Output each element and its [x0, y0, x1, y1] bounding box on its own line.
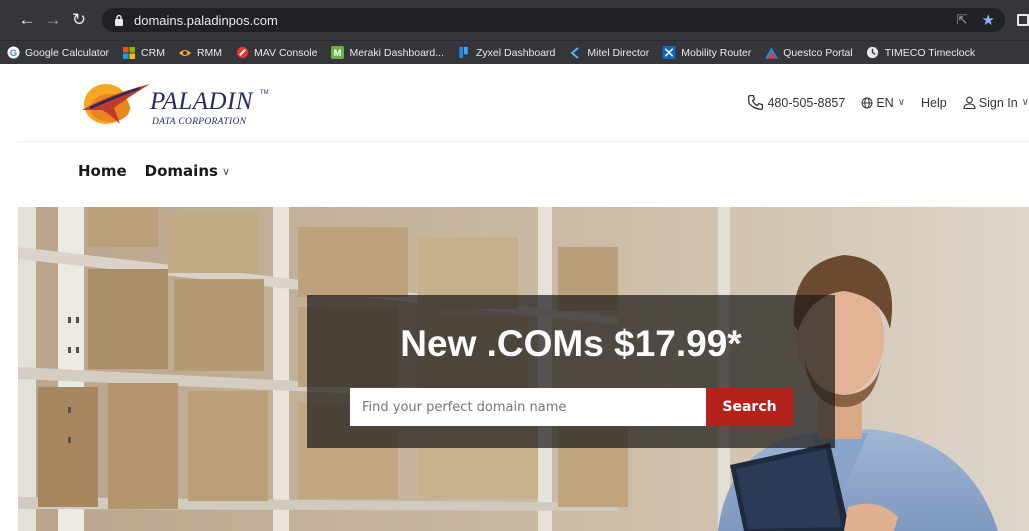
- timeco-icon: [866, 46, 880, 60]
- search-button[interactable]: Search: [706, 388, 793, 426]
- main-nav: Home Domains ∨: [78, 162, 248, 180]
- bookmark-timeco-timeclock[interactable]: TIMECO Timeclock: [866, 46, 975, 60]
- nav-home-label: Home: [78, 162, 127, 180]
- web-page: PALADIN TM DATA CORPORATION 480-505-8857…: [18, 64, 1029, 531]
- bookmark-label: Mobility Router: [681, 46, 752, 59]
- help-label: Help: [921, 95, 947, 110]
- phone-icon: [748, 94, 764, 111]
- sign-in-label: Sign In: [978, 95, 1018, 110]
- bookmark-mobility-router[interactable]: Mobility Router: [662, 46, 751, 60]
- bookmark-zyxel-dashboard[interactable]: Zyxel Dashboard: [457, 46, 555, 60]
- url-text: domains.paladinpos.com: [134, 12, 278, 28]
- trademark-mark: TM: [260, 90, 269, 96]
- chevron-down-icon: ∨: [1021, 97, 1029, 108]
- hero-headline: New .COMs $17.99*: [400, 323, 742, 364]
- svg-text:M: M: [334, 48, 342, 58]
- utility-nav: 480-505-8857 EN ∨ Help Sign In ∨: [731, 94, 1029, 111]
- bookmark-rmm[interactable]: RMM: [178, 46, 222, 60]
- help-link[interactable]: Help: [921, 96, 947, 110]
- bookmark-meraki-dashboard[interactable]: M Meraki Dashboard...: [330, 46, 444, 60]
- bookmark-label: TIMECO Timeclock: [884, 46, 976, 59]
- bookmark-label: Google Calculator: [25, 46, 110, 59]
- bookmark-questco-portal[interactable]: Questco Portal: [764, 46, 853, 60]
- paladin-emblem-icon: [82, 84, 150, 124]
- nav-home[interactable]: Home: [78, 162, 127, 180]
- hero-search-panel: New .COMs $17.99* Search: [307, 295, 835, 448]
- browser-toolbar: ← → ↻ domains.paladinpos.com ⇱ ★: [0, 0, 1029, 40]
- bookmark-mav-console[interactable]: MAV Console: [235, 46, 317, 60]
- globe-icon: [861, 97, 873, 108]
- paladin-logo[interactable]: PALADIN TM DATA CORPORATION: [80, 78, 280, 130]
- bookmark-star-icon[interactable]: ★: [982, 11, 995, 29]
- svg-text:G: G: [9, 48, 16, 58]
- rmm-icon: [178, 46, 192, 60]
- bookmark-label: RMM: [196, 46, 223, 59]
- language-selector[interactable]: EN ∨: [861, 96, 905, 110]
- window-icon[interactable]: [1017, 14, 1029, 26]
- brand-subtitle: DATA CORPORATION: [152, 117, 247, 127]
- bookmark-crm[interactable]: CRM: [122, 46, 165, 60]
- bookmarks-bar: G Google Calculator CRM RMM MAV Console …: [0, 40, 1029, 64]
- user-icon: [963, 96, 976, 109]
- questco-icon: [764, 46, 778, 60]
- forward-arrow-icon[interactable]: →: [40, 6, 66, 34]
- mitel-icon: [568, 46, 582, 60]
- windows-icon: [122, 46, 136, 60]
- reload-icon[interactable]: ↻: [66, 6, 92, 34]
- back-arrow-icon[interactable]: ←: [14, 6, 40, 34]
- mav-icon: [235, 46, 249, 60]
- zyxel-icon: [457, 46, 471, 60]
- site-header: PALADIN TM DATA CORPORATION 480-505-8857…: [18, 64, 1029, 142]
- language-label: EN: [876, 95, 894, 110]
- address-bar[interactable]: domains.paladinpos.com ⇱ ★: [102, 8, 1005, 32]
- meraki-icon: M: [330, 46, 344, 60]
- phone-number: 480-505-8857: [767, 95, 846, 110]
- bookmark-label: Zyxel Dashboard: [476, 46, 556, 59]
- phone-link[interactable]: 480-505-8857: [747, 94, 845, 111]
- domain-search-input[interactable]: [350, 388, 706, 426]
- hero-banner: New .COMs $17.99* Search: [18, 207, 1029, 531]
- nav-domains[interactable]: Domains ∨: [145, 162, 230, 180]
- bookmark-mitel-director[interactable]: Mitel Director: [568, 46, 649, 60]
- nav-domains-label: Domains: [144, 162, 218, 180]
- google-icon: G: [6, 46, 20, 60]
- sign-in-menu[interactable]: Sign In ∨: [963, 96, 1029, 110]
- bookmark-label: Questco Portal: [783, 46, 853, 59]
- lock-icon: [115, 14, 123, 26]
- bookmark-label: CRM: [141, 46, 165, 59]
- bookmark-label: Meraki Dashboard...: [349, 46, 445, 59]
- brand-name: PALADIN: [150, 88, 254, 115]
- chevron-down-icon: ∨: [897, 97, 906, 108]
- mobility-icon: [662, 46, 676, 60]
- bookmark-label: MAV Console: [254, 46, 318, 59]
- bookmark-google-calculator[interactable]: G Google Calculator: [6, 46, 109, 60]
- chevron-down-icon: ∨: [221, 164, 230, 178]
- bookmark-label: Mitel Director: [587, 46, 650, 59]
- share-icon[interactable]: ⇱: [957, 12, 968, 28]
